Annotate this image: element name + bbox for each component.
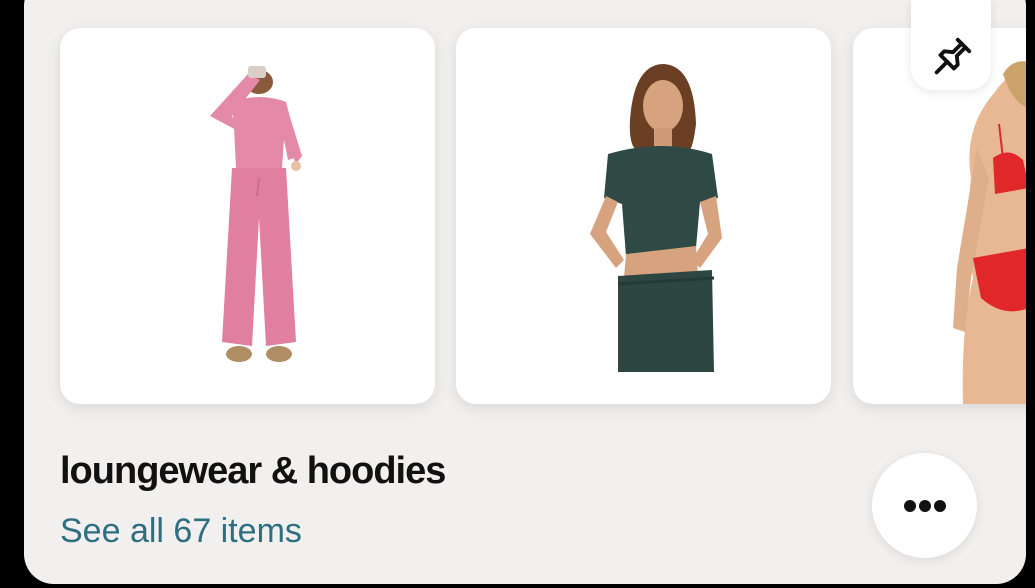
board-title: loungewear & hoodies [60,450,446,492]
board-card[interactable]: loungewear & hoodies See all 67 items [24,0,1026,584]
product-thumbnail-pink-set[interactable] [60,28,435,404]
see-all-items-link[interactable]: See all 67 items [60,512,302,551]
pin-icon [934,37,972,75]
ellipsis-icon [934,500,946,512]
ellipsis-icon [919,500,931,512]
more-options-button[interactable] [872,453,977,558]
product-thumbnail-green-set[interactable] [456,28,831,404]
product-image [590,64,722,372]
product-image [210,66,302,362]
pin-button[interactable] [911,0,991,90]
ellipsis-icon [904,500,916,512]
